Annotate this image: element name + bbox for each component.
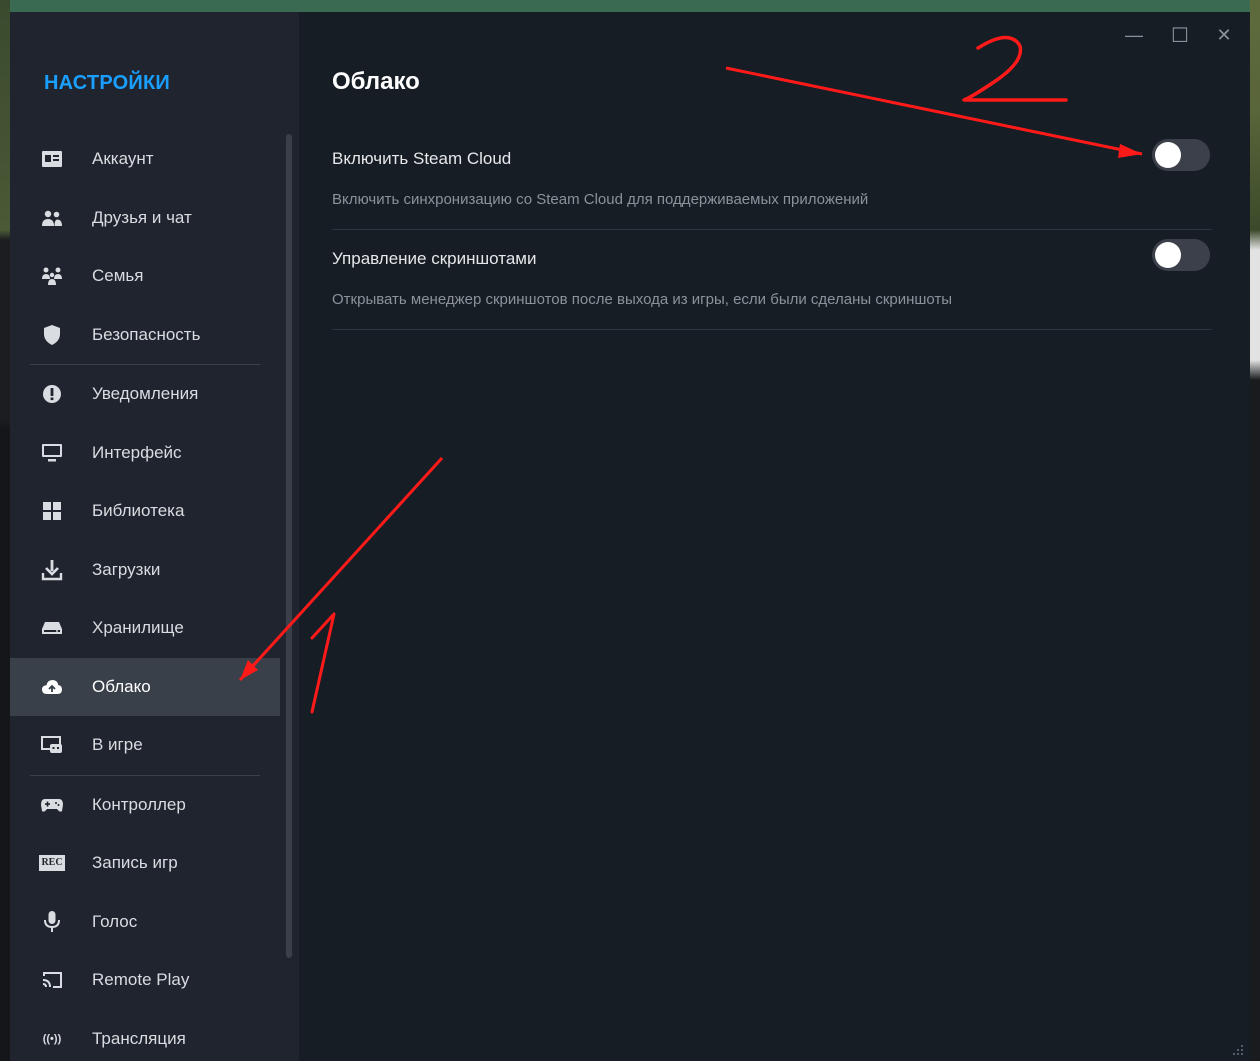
sidebar-item-label: В игре: [92, 735, 143, 755]
family-icon: [40, 264, 64, 288]
grid-icon: [40, 499, 64, 523]
sidebar-item-label: Трансляция: [92, 1028, 186, 1048]
cloud-icon: [40, 675, 64, 699]
sidebar-item-game-recording[interactable]: REC Запись игр: [10, 834, 280, 893]
minimize-icon: —: [1125, 24, 1143, 45]
broadcast-icon: ((•)): [40, 1027, 64, 1051]
monitor-icon: [40, 441, 64, 465]
maximize-icon: ☐: [1171, 24, 1189, 47]
sidebar-item-cloud[interactable]: Облако: [10, 657, 280, 716]
sidebar-item-label: Безопасность: [92, 324, 201, 344]
desktop-background-top: [0, 0, 1260, 12]
sidebar-nav: Аккаунт Друзья и чат Семья Безопасность: [10, 130, 280, 1061]
desktop-background-left: [0, 0, 10, 1061]
sidebar-item-label: Аккаунт: [92, 149, 154, 169]
sidebar-item-label: Запись игр: [92, 853, 178, 873]
setting-description: Открывать менеджер скриншотов после выхо…: [332, 291, 953, 308]
friends-icon: [40, 206, 64, 230]
sidebar-item-notifications[interactable]: Уведомления: [10, 365, 280, 424]
sidebar-item-label: Контроллер: [92, 794, 186, 814]
resize-grip-icon[interactable]: [1232, 1043, 1244, 1055]
setting-description: Включить синхронизацию со Steam Cloud дл…: [332, 191, 869, 208]
sidebar-item-controller[interactable]: Контроллер: [10, 776, 280, 835]
settings-sidebar: НАСТРОЙКИ Аккаунт Друзья и чат Семья Без…: [10, 12, 299, 1061]
close-button[interactable]: ✕: [1211, 22, 1237, 48]
sidebar-item-label: Хранилище: [92, 618, 184, 638]
desktop-background-right: [1250, 0, 1260, 1061]
alert-icon: [40, 382, 64, 406]
sidebar-item-in-game[interactable]: В игре: [10, 716, 280, 775]
sidebar-item-label: Библиотека: [92, 501, 185, 521]
broadcast-icon-text: ((•)): [42, 1032, 62, 1045]
setting-divider: [332, 329, 1212, 330]
sidebar-scrollbar[interactable]: [286, 134, 292, 958]
sidebar-item-label: Голос: [92, 911, 138, 931]
rec-icon: REC: [39, 851, 65, 875]
microphone-icon: [40, 910, 64, 934]
sidebar-item-storage[interactable]: Хранилище: [10, 599, 280, 658]
settings-content: — ☐ ✕ Облако Включить Steam Cloud Включи…: [299, 12, 1250, 1061]
sidebar-title: НАСТРОЙКИ: [44, 72, 170, 94]
sidebar-item-library[interactable]: Библиотека: [10, 482, 280, 541]
sidebar-item-label: Семья: [92, 266, 144, 286]
setting-name: Включить Steam Cloud: [332, 149, 512, 168]
sidebar-item-downloads[interactable]: Загрузки: [10, 541, 280, 600]
gamepad-icon: [40, 793, 64, 817]
sidebar-item-label: Загрузки: [92, 559, 161, 579]
sidebar-item-security[interactable]: Безопасность: [10, 306, 280, 365]
cast-icon: [40, 968, 64, 992]
steam-cloud-toggle[interactable]: [1152, 139, 1210, 171]
setting-name: Управление скриншотами: [332, 249, 537, 268]
sidebar-item-label: Друзья и чат: [92, 207, 192, 227]
toggle-knob: [1155, 242, 1181, 268]
sidebar-item-broadcasting[interactable]: ((•)) Трансляция: [10, 1010, 280, 1061]
minimize-button[interactable]: —: [1121, 22, 1147, 48]
account-card-icon: [40, 147, 64, 171]
sidebar-item-label: Интерфейс: [92, 442, 182, 462]
sidebar-item-label: Облако: [92, 676, 151, 696]
sidebar-item-friends[interactable]: Друзья и чат: [10, 189, 280, 248]
shield-icon: [40, 323, 64, 347]
sidebar-item-label: Уведомления: [92, 384, 199, 404]
maximize-button[interactable]: ☐: [1167, 22, 1193, 48]
sidebar-item-voice[interactable]: Голос: [10, 893, 280, 952]
settings-window: НАСТРОЙКИ Аккаунт Друзья и чат Семья Без…: [10, 12, 1250, 1061]
download-icon: [40, 558, 64, 582]
toggle-knob: [1155, 142, 1181, 168]
sidebar-item-account[interactable]: Аккаунт: [10, 130, 280, 189]
page-title: Облако: [332, 68, 420, 95]
sidebar-item-label: Remote Play: [92, 970, 190, 990]
sidebar-item-interface[interactable]: Интерфейс: [10, 424, 280, 483]
setting-divider: [332, 229, 1212, 230]
rec-icon-text: REC: [39, 855, 65, 872]
sidebar-item-family[interactable]: Семья: [10, 247, 280, 306]
drive-icon: [40, 616, 64, 640]
close-icon: ✕: [1216, 24, 1232, 45]
in-game-icon: [40, 733, 64, 757]
sidebar-item-remote-play[interactable]: Remote Play: [10, 951, 280, 1010]
screenshot-manager-toggle[interactable]: [1152, 239, 1210, 271]
